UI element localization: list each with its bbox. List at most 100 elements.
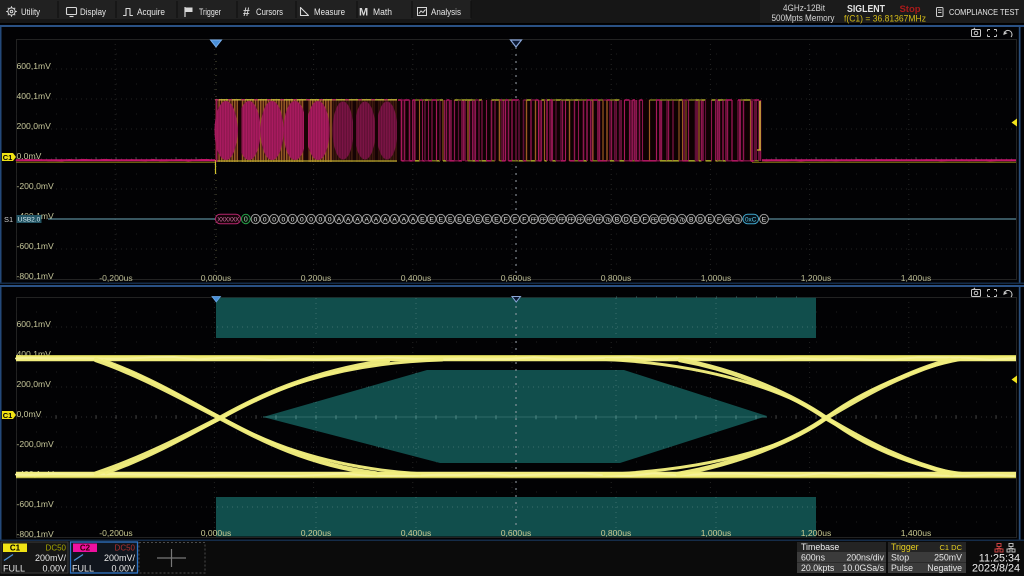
svg-text:COMPLIANCE TEST: COMPLIANCE TEST [949,7,1019,17]
svg-text:C1: C1 [10,544,21,553]
svg-text:B: B [615,216,620,223]
svg-text:Timebase: Timebase [801,542,839,552]
svg-text:-800,1mV: -800,1mV [17,529,55,539]
svg-text:0,000us: 0,000us [201,528,232,538]
svg-text:S1: S1 [4,215,13,224]
svg-text:0: 0 [254,216,258,223]
svg-text:7b: 7b [605,217,611,223]
svg-text:250mV: 250mV [934,553,962,563]
svg-text:1,200us: 1,200us [801,273,832,283]
svg-text:F: F [717,216,721,223]
svg-text:0: 0 [300,216,304,223]
svg-text:Cursors: Cursors [256,7,283,18]
svg-text:USB2.0: USB2.0 [18,216,41,223]
svg-text:E: E [457,216,462,223]
svg-text:C1: C1 [3,153,13,162]
svg-text:M: M [359,7,368,19]
svg-text:F: F [504,216,508,223]
svg-text:D: D [698,216,703,223]
svg-text:E: E [420,216,425,223]
svg-text:200,0mV: 200,0mV [17,379,52,389]
svg-text:0,400us: 0,400us [401,273,432,283]
svg-text:600ns: 600ns [801,553,826,563]
svg-text:DC50: DC50 [46,544,67,553]
svg-text:A: A [392,216,397,223]
svg-text:-0,200us: -0,200us [99,528,132,538]
svg-text:7b: 7b [735,217,741,223]
svg-text:0.00V: 0.00V [42,564,66,574]
svg-text:4GHz-12Bit: 4GHz-12Bit [783,3,825,13]
svg-text:Negative: Negative [927,563,962,573]
svg-text:E: E [466,216,471,223]
svg-text:A: A [374,216,379,223]
svg-text:Display: Display [80,7,106,18]
svg-text:B: B [689,216,694,223]
svg-text:FE: FE [725,217,732,223]
svg-text:FF: FF [559,217,565,223]
svg-text:10.0GSa/s: 10.0GSa/s [842,563,884,573]
svg-text:FF: FF [577,217,583,223]
svg-text:C1: C1 [3,411,13,420]
svg-text:FULL: FULL [3,564,25,574]
svg-text:Fb: Fb [670,217,676,223]
svg-text:FF: FF [660,217,666,223]
svg-text:E: E [762,216,767,223]
svg-text:E: E [448,216,453,223]
svg-text:0: 0 [263,216,267,223]
svg-text:A: A [346,216,351,223]
svg-text:E: E [485,216,490,223]
svg-text:1,000us: 1,000us [701,528,732,538]
svg-text:0,0mV: 0,0mV [17,409,42,419]
svg-text:FF: FF [531,217,537,223]
svg-text:400,1mV: 400,1mV [17,91,52,101]
svg-text:0.00V: 0.00V [111,564,135,574]
svg-text:E: E [476,216,481,223]
svg-text:20.0kpts: 20.0kpts [801,563,835,573]
svg-text:#: # [243,5,250,19]
svg-text:1,400us: 1,400us [901,273,932,283]
svg-text:FF: FF [568,217,574,223]
svg-text:F: F [643,216,647,223]
svg-text:E: E [439,216,444,223]
svg-text:D: D [624,216,629,223]
svg-text:Analysis: Analysis [431,7,461,18]
svg-text:Trigger: Trigger [199,7,221,18]
svg-text:1,200us: 1,200us [801,528,832,538]
svg-text:-600,1mV: -600,1mV [17,241,55,251]
svg-text:600,1mV: 600,1mV [17,319,52,329]
svg-text:A: A [355,216,360,223]
svg-text:0,800us: 0,800us [601,528,632,538]
svg-text:A: A [411,216,416,223]
svg-text:E: E [633,216,638,223]
svg-text:0,200us: 0,200us [301,273,332,283]
svg-text:0: 0 [319,216,323,223]
svg-text:Pulse: Pulse [891,563,913,573]
svg-text:0: 0 [244,217,248,224]
svg-text:200mV/: 200mV/ [35,553,67,563]
svg-text:F: F [513,216,517,223]
svg-text:A: A [337,216,342,223]
svg-text:FULL: FULL [72,564,94,574]
svg-text:-600,1mV: -600,1mV [17,499,55,509]
svg-text:1,400us: 1,400us [901,528,932,538]
svg-text:0xC: 0xC [745,216,757,223]
svg-text:E: E [494,216,499,223]
svg-text:Stop: Stop [891,553,909,563]
svg-text:200mV/: 200mV/ [104,553,136,563]
svg-text:7b: 7b [679,217,685,223]
svg-text:E: E [429,216,434,223]
svg-text:C2: C2 [80,544,91,553]
svg-text:FF: FF [586,217,592,223]
svg-text:600,1mV: 600,1mV [17,61,52,71]
svg-text:A: A [365,216,370,223]
svg-text:200,0mV: 200,0mV [17,121,52,131]
svg-text:XXXXXX: XXXXXX [217,217,239,223]
svg-text:DC50: DC50 [115,544,136,553]
svg-text:-800,1mV: -800,1mV [17,271,55,281]
svg-text:0,800us: 0,800us [601,273,632,283]
svg-text:-200,0mV: -200,0mV [17,439,55,449]
svg-text:C1 DC: C1 DC [939,543,962,552]
svg-text:A: A [402,216,407,223]
svg-text:E: E [707,216,712,223]
svg-text:200ns/div: 200ns/div [846,553,884,563]
